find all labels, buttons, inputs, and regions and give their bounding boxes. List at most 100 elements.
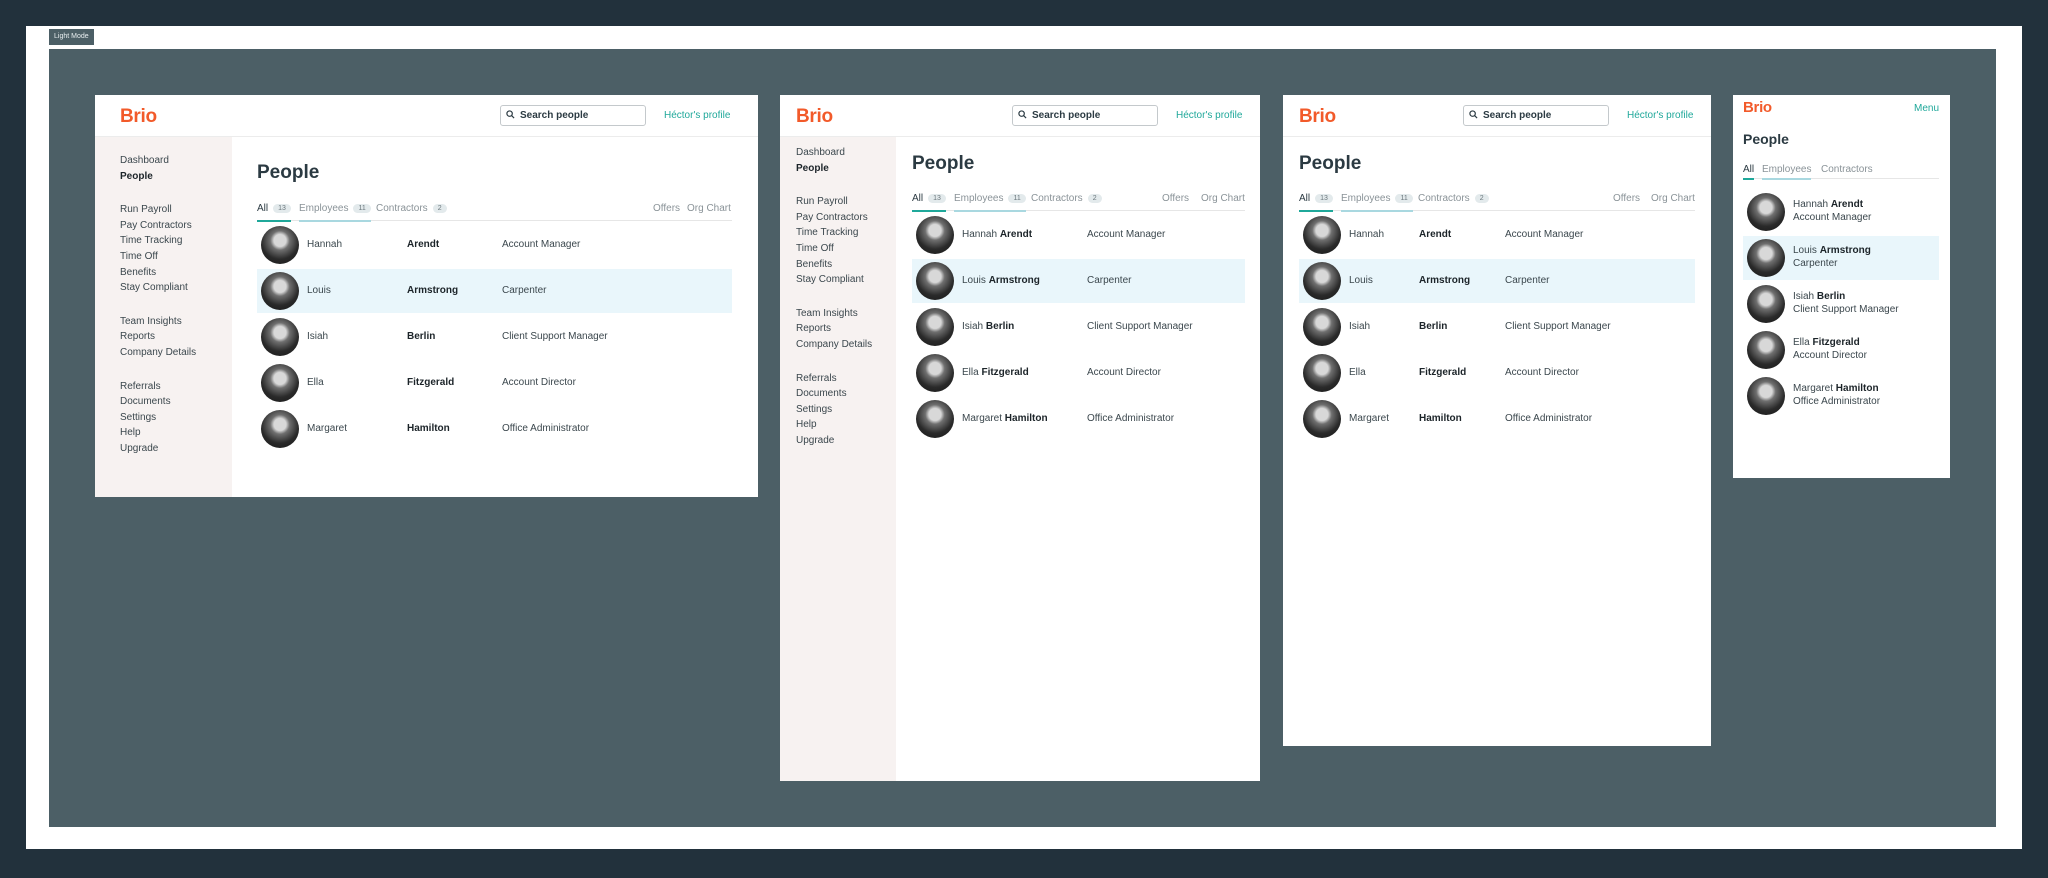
brio-logo[interactable]: Brio — [120, 106, 157, 128]
tab-employees[interactable]: Employees 11 — [954, 193, 1026, 212]
sidebar-item-team-insights[interactable]: Team Insights — [120, 314, 196, 330]
job-title: Client Support Manager — [1505, 321, 1611, 332]
person-row[interactable]: Isiah Berlin Client Support Manager — [1299, 305, 1695, 349]
avatar — [1747, 377, 1785, 415]
org-chart-link[interactable]: Org Chart — [687, 203, 731, 214]
sidebar-item-stay-compliant[interactable]: Stay Compliant — [120, 280, 196, 296]
person-row[interactable]: Margaret Hamilton Office Administrator — [257, 407, 732, 451]
person-row[interactable]: Ella Fitzgerald Account Director — [257, 361, 732, 405]
tab-all[interactable]: All 13 — [257, 203, 291, 222]
search-input[interactable]: Search people — [1012, 105, 1158, 126]
sidebar-item-referrals[interactable]: Referrals — [796, 371, 872, 387]
profile-link[interactable]: Héctor's profile — [664, 110, 730, 121]
sidebar-item-time-off[interactable]: Time Off — [796, 241, 872, 257]
tab-contractors[interactable]: Contractors 2 — [1418, 193, 1489, 211]
tab-employees[interactable]: Employees 11 — [1341, 193, 1413, 212]
sidebar-item-time-tracking[interactable]: Time Tracking — [120, 233, 196, 249]
menu-link[interactable]: Menu — [1914, 103, 1939, 114]
sidebar-item-benefits[interactable]: Benefits — [796, 257, 872, 273]
brio-logo[interactable]: Brio — [1743, 99, 1772, 116]
person-row[interactable]: Isiah Berlin Client Support Manager — [1743, 282, 1939, 326]
tab-employees[interactable]: Employees — [1762, 164, 1812, 180]
tab-employees[interactable]: Employees 11 — [299, 203, 371, 222]
person-row[interactable]: Ella Fitzgerald Account Director — [912, 351, 1245, 395]
sidebar-item-help[interactable]: Help — [120, 425, 196, 441]
avatar — [261, 272, 299, 310]
sidebar-item-run-payroll[interactable]: Run Payroll — [796, 194, 872, 210]
sidebar-item-company-details[interactable]: Company Details — [796, 337, 872, 353]
person-row[interactable]: Ella Fitzgerald Account Director — [1299, 351, 1695, 395]
job-title: Office Administrator — [1087, 413, 1175, 424]
tab-all[interactable]: All — [1743, 164, 1755, 180]
person-row[interactable]: Louis Armstrong Carpenter — [1299, 259, 1695, 303]
person-row[interactable]: Isiah Berlin Client Support Manager — [257, 315, 732, 359]
sidebar-nav: Dashboard People Run Payroll Pay Contractor… — [796, 145, 872, 449]
tab-contractors[interactable]: Contractors 2 — [376, 203, 447, 221]
sidebar-item-upgrade[interactable]: Upgrade — [120, 441, 196, 457]
person-row[interactable]: Hannah Arendt Account Manager — [1743, 190, 1939, 234]
tab-contractors[interactable]: Contractors — [1821, 164, 1873, 179]
sidebar-item-upgrade[interactable]: Upgrade — [796, 433, 872, 449]
sidebar-item-dashboard[interactable]: Dashboard — [120, 153, 196, 169]
sidebar-item-documents[interactable]: Documents — [120, 394, 196, 410]
sidebar-item-documents[interactable]: Documents — [796, 386, 872, 402]
sidebar-item-settings[interactable]: Settings — [120, 410, 196, 426]
search-input[interactable]: Search people — [1463, 105, 1609, 126]
org-chart-link[interactable]: Org Chart — [1201, 193, 1245, 204]
job-title: Carpenter — [1793, 258, 1838, 269]
tab-all[interactable]: All 13 — [912, 193, 946, 212]
sidebar-item-team-insights[interactable]: Team Insights — [796, 306, 872, 322]
person-row[interactable]: Ella Fitzgerald Account Director — [1743, 328, 1939, 372]
sidebar-item-settings[interactable]: Settings — [796, 402, 872, 418]
person-name: Margaret Hamilton — [1793, 383, 1879, 394]
first-name: Ella — [1793, 337, 1810, 348]
person-row[interactable]: Louis Armstrong Carpenter — [1743, 236, 1939, 280]
light-mode-button[interactable]: Light Mode — [49, 29, 94, 45]
person-row[interactable]: Louis Armstrong Carpenter — [257, 269, 732, 313]
sidebar-item-people[interactable]: People — [120, 169, 196, 185]
last-name: Berlin — [985, 321, 1015, 332]
job-title: Carpenter — [1087, 275, 1132, 286]
person-row[interactable]: Margaret Hamilton Office Administrator — [912, 397, 1245, 441]
last-name: Armstrong — [407, 285, 459, 296]
tab-underline — [1743, 178, 1755, 180]
sidebar-item-people[interactable]: People — [796, 161, 872, 177]
avatar — [1747, 285, 1785, 323]
offers-link[interactable]: Offers — [1162, 193, 1189, 204]
org-chart-link[interactable]: Org Chart — [1651, 193, 1695, 204]
sidebar-item-time-off[interactable]: Time Off — [120, 249, 196, 265]
brio-logo[interactable]: Brio — [796, 106, 833, 128]
sidebar-item-help[interactable]: Help — [796, 417, 872, 433]
app-window-3: Brio Search people Héctor's profile People A… — [1283, 95, 1711, 746]
person-row[interactable]: Margaret Hamilton Office Administrator — [1743, 374, 1939, 418]
sidebar-item-reports[interactable]: Reports — [120, 329, 196, 345]
sidebar-item-dashboard[interactable]: Dashboard — [796, 145, 872, 161]
sidebar-item-time-tracking[interactable]: Time Tracking — [796, 225, 872, 241]
sidebar-item-benefits[interactable]: Benefits — [120, 265, 196, 281]
profile-link[interactable]: Héctor's profile — [1176, 110, 1242, 121]
sidebar-item-stay-compliant[interactable]: Stay Compliant — [796, 272, 872, 288]
person-row[interactable]: Hannah Arendt Account Manager — [1299, 213, 1695, 257]
search-input[interactable]: Search people — [500, 105, 646, 126]
avatar — [916, 354, 954, 392]
person-row[interactable]: Hannah Arendt Account Manager — [912, 213, 1245, 257]
sidebar-item-referrals[interactable]: Referrals — [120, 379, 196, 395]
person-row[interactable]: Louis Armstrong Carpenter — [912, 259, 1245, 303]
sidebar-item-reports[interactable]: Reports — [796, 321, 872, 337]
job-title: Carpenter — [502, 285, 547, 296]
sidebar-item-run-payroll[interactable]: Run Payroll — [120, 202, 196, 218]
tab-all[interactable]: All 13 — [1299, 193, 1333, 212]
person-row[interactable]: Margaret Hamilton Office Administrator — [1299, 397, 1695, 441]
offers-link[interactable]: Offers — [1613, 193, 1640, 204]
offers-link[interactable]: Offers — [653, 203, 680, 214]
sidebar-item-pay-contractors[interactable]: Pay Contractors — [796, 210, 872, 226]
profile-link[interactable]: Héctor's profile — [1627, 110, 1693, 121]
sidebar-item-pay-contractors[interactable]: Pay Contractors — [120, 218, 196, 234]
avatar — [1747, 193, 1785, 231]
tab-contractors[interactable]: Contractors 2 — [1031, 193, 1102, 211]
person-row[interactable]: Hannah Arendt Account Manager — [257, 223, 732, 267]
sidebar-item-company-details[interactable]: Company Details — [120, 345, 196, 361]
brio-logo[interactable]: Brio — [1299, 106, 1336, 128]
person-row[interactable]: Isiah Berlin Client Support Manager — [912, 305, 1245, 349]
job-title: Office Administrator — [1793, 396, 1881, 407]
